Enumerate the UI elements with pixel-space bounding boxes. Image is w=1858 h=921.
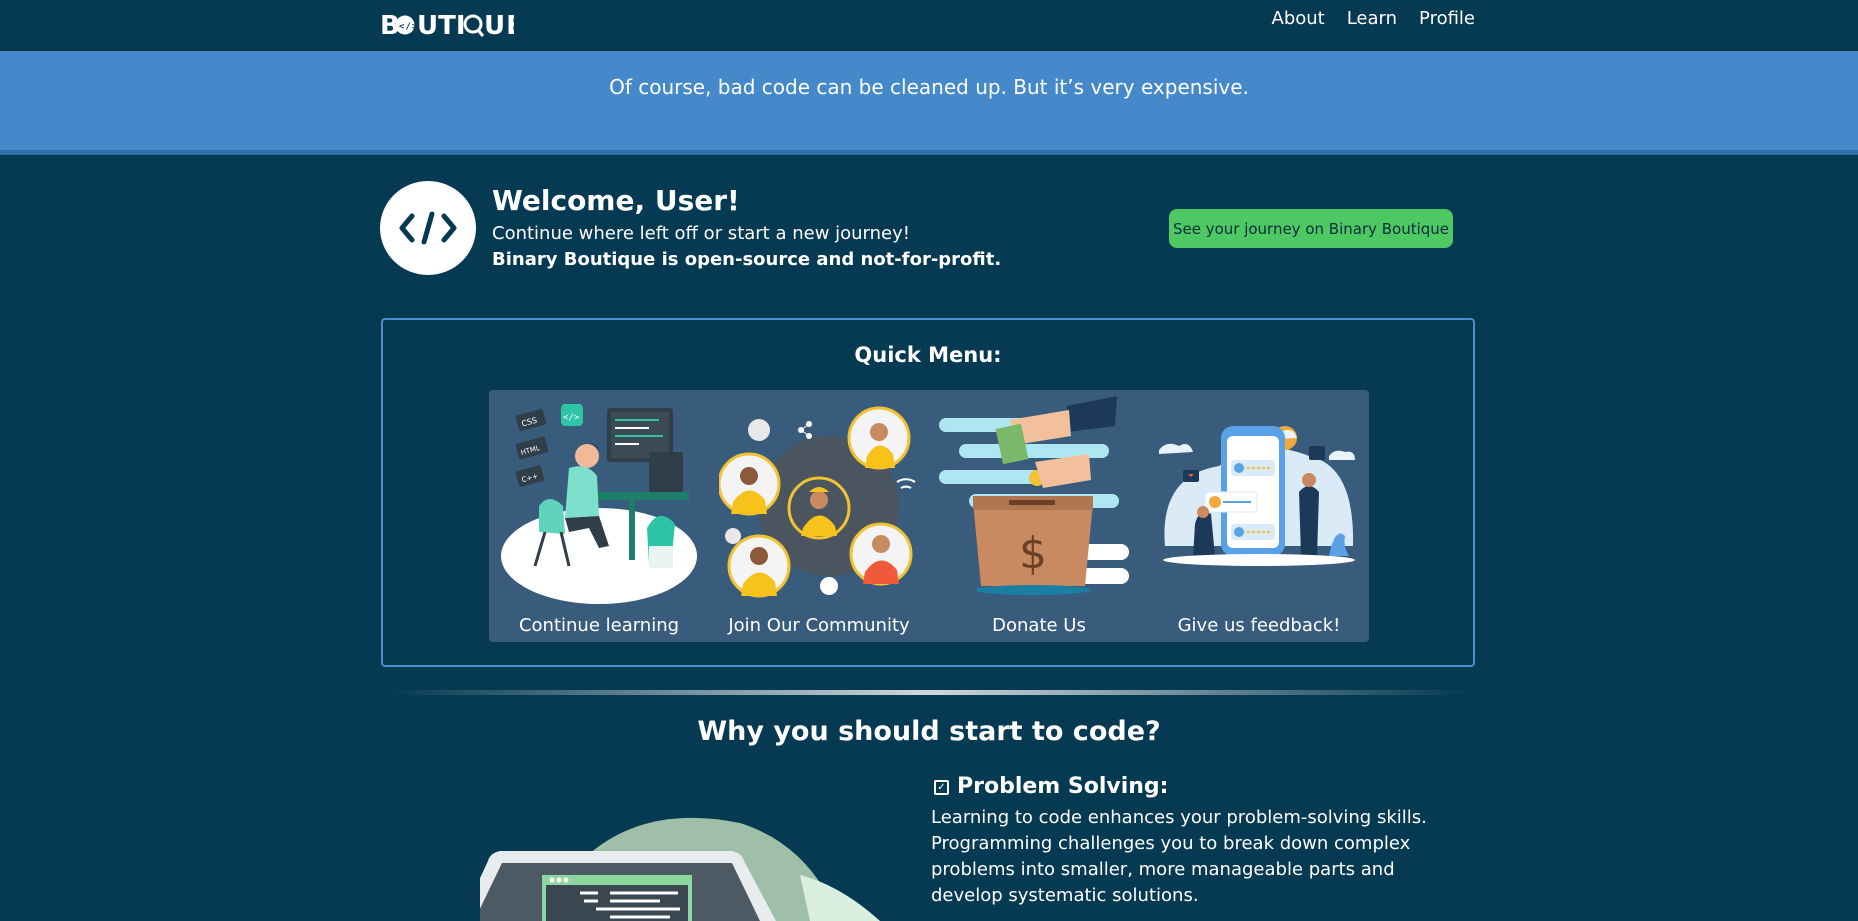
card-label: Continue learning (518, 615, 680, 636)
checkbox-icon: ✓ (934, 780, 949, 795)
community-illustration-icon (719, 406, 916, 598)
navbar: B </> UTI UE About Learn Profile (0, 0, 1858, 51)
svg-text:</>: </> (399, 22, 418, 32)
card-label: Donate Us (992, 615, 1086, 636)
quote-text: Of course, bad code can be cleaned up. B… (609, 75, 1249, 99)
card-label: Give us feedback! (1177, 615, 1341, 636)
svg-text:$: $ (1019, 528, 1047, 579)
svg-text:UTI: UTI (417, 11, 466, 39)
quick-menu-title: Quick Menu: (854, 343, 1002, 367)
site-logo[interactable]: B </> UTI UE (380, 8, 514, 40)
nav-links: About Learn Profile (1272, 8, 1476, 29)
developer-illustration-icon: CSS HTML C++ </> (501, 404, 697, 604)
svg-text:UE: UE (484, 11, 514, 39)
welcome-title: Welcome, User! (492, 184, 740, 217)
point-title: Problem Solving: (957, 774, 1169, 799)
avatar (380, 181, 476, 275)
svg-text:</>: </> (563, 413, 580, 423)
card-feedback[interactable]: Give us feedback! (1149, 390, 1369, 642)
feedback-illustration-icon (1159, 426, 1355, 566)
card-donate[interactable]: $ Donate Us (929, 390, 1149, 642)
laptop-illustration-icon (480, 817, 880, 921)
see-journey-button[interactable]: See your journey on Binary Boutique (1169, 209, 1453, 248)
quote-banner: Of course, bad code can be cleaned up. B… (0, 51, 1858, 155)
welcome-subtitle: Continue where left off or start a new j… (492, 223, 910, 244)
nav-about-link[interactable]: About (1272, 8, 1325, 29)
quick-menu-cards: CSS HTML C++ </> Continue learning Join … (489, 390, 1369, 642)
code-icon (399, 211, 457, 245)
boutique-logo-icon: B </> UTI UE (380, 11, 514, 39)
point-description: Learning to code enhances your problem-s… (931, 807, 1427, 906)
section-divider (388, 690, 1470, 695)
donation-box-illustration-icon: $ (939, 396, 1129, 595)
open-source-note: Binary Boutique is open-source and not-f… (492, 249, 1002, 270)
nav-profile-link[interactable]: Profile (1419, 8, 1475, 29)
quick-menu: Quick Menu: CSS HTML C++ </> Continue le… (381, 318, 1475, 667)
card-label: Join Our Community (728, 615, 910, 636)
card-continue-learning[interactable]: CSS HTML C++ </> Continue learning (489, 390, 709, 642)
nav-learn-link[interactable]: Learn (1347, 8, 1397, 29)
why-title: Why you should start to code? (697, 716, 1161, 747)
card-join-community[interactable]: Join Our Community (709, 390, 929, 642)
